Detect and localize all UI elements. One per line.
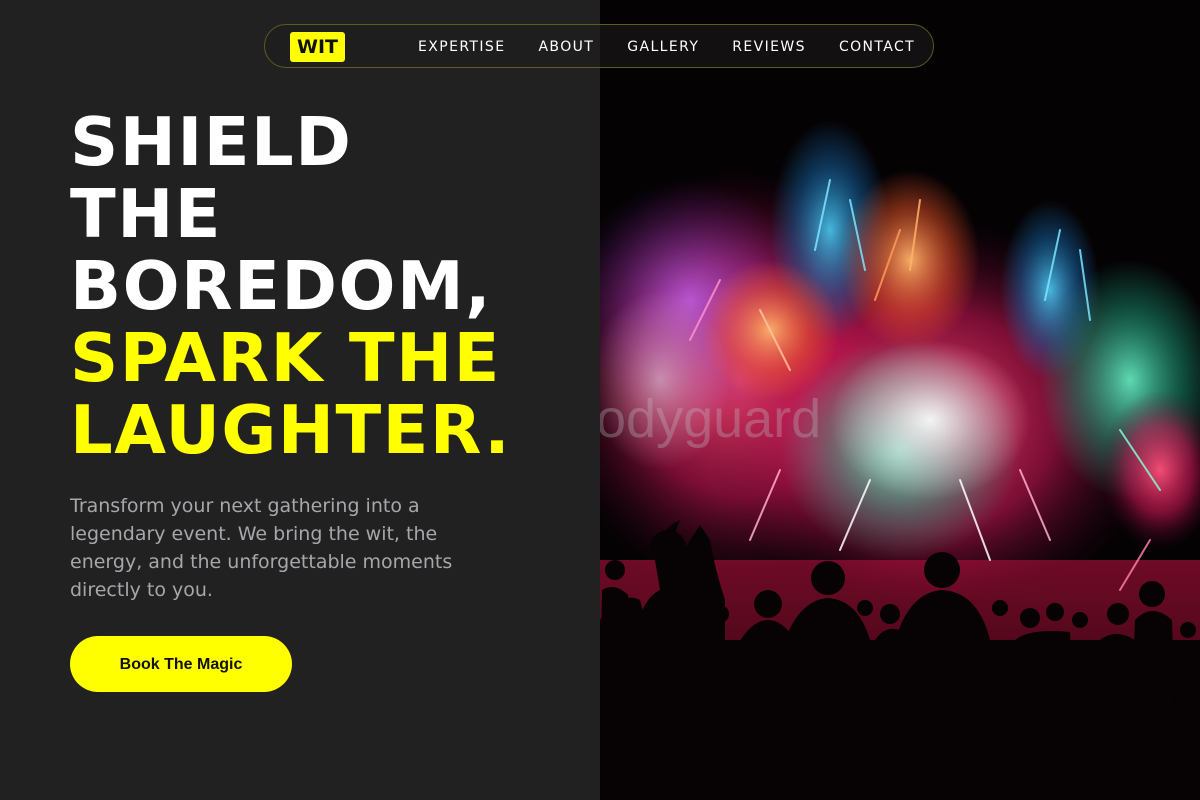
image-watermark: odyguard	[600, 389, 822, 449]
nav-link-gallery[interactable]: GALLERY	[627, 39, 699, 55]
landing-page: odyguard WIT EXPERTISE ABOUT GALLERY REV…	[0, 0, 1200, 800]
nav-link-expertise[interactable]: EXPERTISE	[418, 39, 505, 55]
nav-link-about[interactable]: ABOUT	[538, 39, 594, 55]
top-navigation: WIT EXPERTISE ABOUT GALLERY REVIEWS CONT…	[264, 24, 934, 68]
hero-headline: SHIELD THE BOREDOM, SPARK THE LAUGHTER.	[70, 106, 511, 466]
headline-line-5: LAUGHTER.	[70, 391, 512, 469]
hero-photo: odyguard	[600, 0, 1200, 800]
brand-logo[interactable]: WIT	[290, 32, 345, 62]
headline-line-2: THE	[70, 175, 223, 253]
nav-link-reviews[interactable]: REVIEWS	[732, 39, 806, 55]
nav-link-contact[interactable]: CONTACT	[839, 39, 915, 55]
hero-subtitle: Transform your next gathering into a leg…	[70, 495, 453, 601]
headline-line-3: BOREDOM,	[70, 247, 493, 325]
headline-line-4: SPARK THE	[70, 319, 501, 397]
book-button[interactable]: Book The Magic	[70, 636, 292, 692]
headline-line-1: SHIELD	[70, 103, 353, 181]
nav-links: EXPERTISE ABOUT GALLERY REVIEWS CONTACT	[418, 25, 915, 69]
